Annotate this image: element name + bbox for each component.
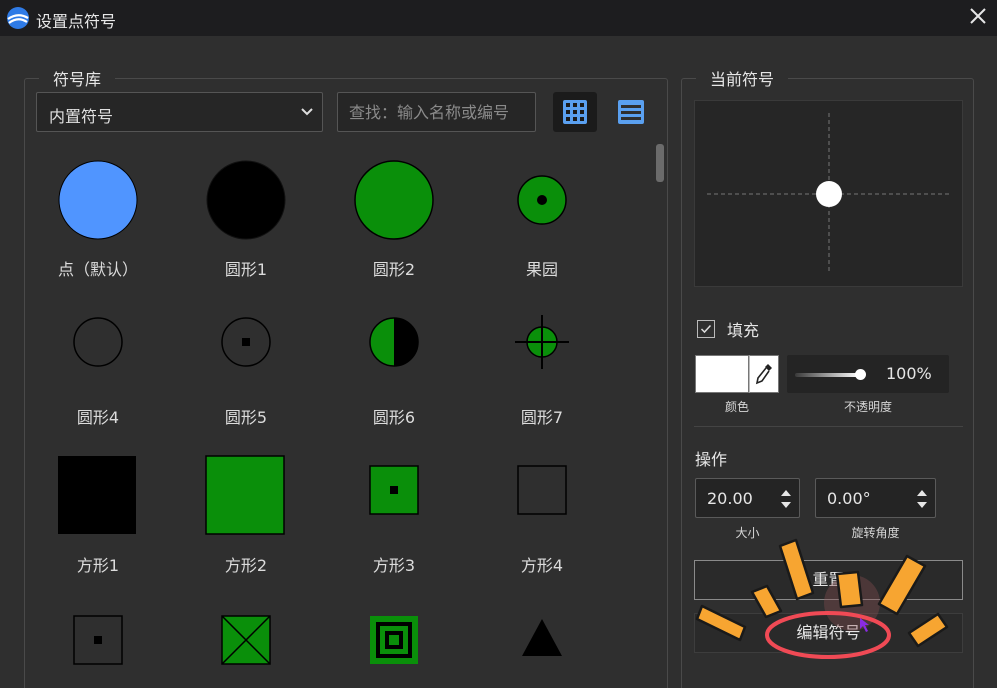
- symbol-label: 方形2: [224, 556, 268, 575]
- symbol-item[interactable]: 圆形6: [334, 310, 454, 430]
- black-circle-icon: [206, 160, 286, 240]
- symbol-label: 圆形2: [372, 260, 416, 279]
- color-swatch[interactable]: [695, 355, 749, 393]
- blue-circle-icon: [58, 160, 138, 240]
- symbol-item[interactable]: 圆形2: [334, 155, 454, 280]
- green-x-square-icon: [221, 615, 271, 665]
- category-dropdown[interactable]: 内置符号: [36, 92, 323, 132]
- concentric-square-icon: [370, 616, 418, 664]
- symbol-item[interactable]: 圆形1: [186, 155, 306, 280]
- green-square-dot-icon: [369, 465, 419, 515]
- opacity-thumb[interactable]: [855, 369, 866, 380]
- symbol-item[interactable]: 圆形4: [38, 310, 158, 430]
- section-divider: [694, 426, 963, 427]
- reset-button[interactable]: 重置: [694, 560, 963, 600]
- opacity-value: 100%: [886, 364, 932, 383]
- symbol-label: 圆形5: [224, 408, 268, 427]
- half-circle-icon: [369, 317, 419, 367]
- symbol-item[interactable]: 圆形7: [482, 310, 602, 430]
- chevron-down-icon: [301, 108, 313, 116]
- symbol-item[interactable]: [186, 610, 306, 670]
- category-dropdown-value: 内置符号: [49, 107, 114, 126]
- symbol-label: 圆形6: [372, 408, 416, 427]
- symbol-item[interactable]: [334, 610, 454, 670]
- eyedropper-button[interactable]: [749, 355, 779, 393]
- grid-view-icon: [563, 100, 587, 124]
- symbol-search-input[interactable]: [337, 92, 536, 132]
- crosshair-circle-icon: [515, 315, 569, 369]
- outline-square-dot-icon: [73, 615, 123, 665]
- green-square-icon: [205, 455, 285, 535]
- current-symbol-legend: 当前符号: [710, 70, 775, 89]
- rotation-value: 0.00°: [827, 489, 871, 508]
- fill-checkbox-row[interactable]: 填充: [697, 318, 759, 340]
- size-spinbox[interactable]: 20.00: [695, 478, 800, 518]
- symbol-item[interactable]: [482, 610, 602, 670]
- outline-circle-dot-icon: [221, 317, 271, 367]
- symbol-label: 点（默认）: [57, 260, 138, 279]
- scrollbar-thumb[interactable]: [656, 144, 664, 182]
- opacity-track[interactable]: [795, 373, 859, 377]
- outline-square-icon: [517, 465, 567, 515]
- operations-label: 操作: [695, 450, 728, 469]
- symbol-label: 果园: [525, 260, 558, 279]
- opacity-label: 不透明度: [843, 400, 892, 414]
- symbol-item[interactable]: 方形4: [482, 454, 602, 579]
- symbol-label: 圆形1: [224, 260, 268, 279]
- symbol-item[interactable]: 点（默认）: [38, 155, 158, 280]
- symbol-item[interactable]: [38, 610, 158, 670]
- title-bar: 设置点符号: [0, 0, 997, 36]
- symbol-item[interactable]: 方形3: [334, 454, 454, 579]
- orchard-circle-icon: [517, 175, 567, 225]
- green-circle-icon: [354, 160, 434, 240]
- symbol-item[interactable]: 果园: [482, 155, 602, 280]
- preview-point: [816, 181, 842, 207]
- eyedropper-icon: [755, 364, 772, 385]
- window-title: 设置点符号: [36, 12, 117, 31]
- fill-checkbox[interactable]: [697, 320, 715, 338]
- rotation-label: 旋转角度: [851, 526, 900, 540]
- symbol-label: 圆形4: [76, 408, 120, 427]
- color-label: 颜色: [724, 400, 749, 414]
- symbol-item[interactable]: 方形2: [186, 454, 306, 579]
- rotation-spinbox[interactable]: 0.00°: [815, 478, 936, 518]
- symbol-label: 方形3: [372, 556, 416, 575]
- fill-label: 填充: [727, 321, 760, 340]
- symbol-library-legend: 符号库: [53, 70, 102, 89]
- preview-canvas: [707, 113, 951, 274]
- app-logo-icon: [7, 7, 29, 29]
- symbol-item[interactable]: 方形1: [38, 454, 158, 579]
- symbol-item[interactable]: 圆形5: [186, 310, 306, 430]
- outline-circle-icon: [73, 317, 123, 367]
- symbol-label: 方形4: [520, 556, 564, 575]
- list-view-icon: [618, 100, 644, 124]
- edit-symbol-button[interactable]: 编辑符号: [694, 613, 963, 653]
- spin-arrows-icon[interactable]: [779, 487, 793, 511]
- opacity-slider[interactable]: 100%: [787, 355, 949, 393]
- symbol-preview: [694, 100, 963, 287]
- black-square-icon: [58, 456, 136, 534]
- size-label: 大小: [735, 526, 760, 540]
- symbol-list-scrollbar[interactable]: [654, 140, 664, 688]
- size-value: 20.00: [707, 489, 753, 508]
- triangle-icon: [522, 619, 562, 656]
- checkmark-icon: [700, 324, 712, 334]
- grid-view-button[interactable]: [553, 92, 597, 132]
- symbol-label: 方形1: [76, 556, 120, 575]
- close-icon[interactable]: [966, 4, 990, 28]
- spin-arrows-icon[interactable]: [915, 487, 929, 511]
- list-view-button[interactable]: [609, 92, 653, 132]
- symbol-label: 圆形7: [520, 408, 564, 427]
